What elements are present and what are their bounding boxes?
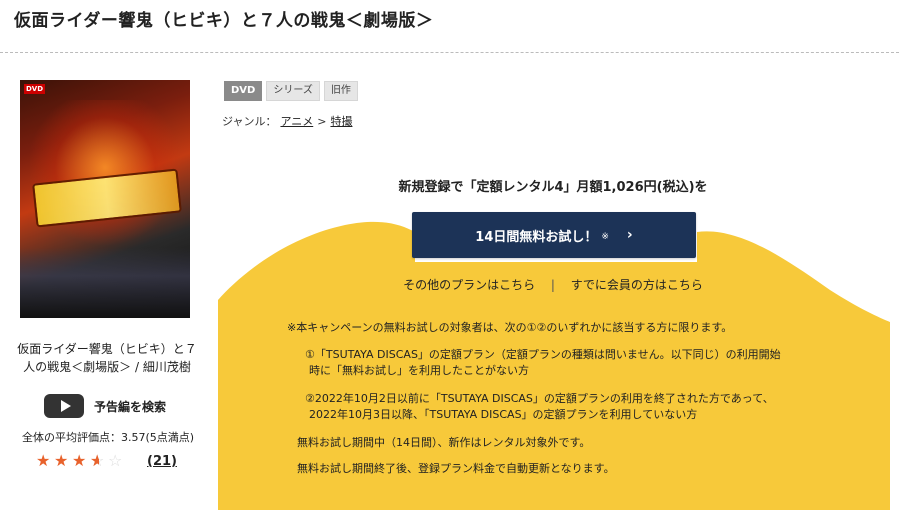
- genre-link-tokusatsu[interactable]: 特撮: [330, 113, 352, 129]
- genre-link-anime[interactable]: アニメ: [280, 113, 313, 129]
- terms-item-1: ①「TSUTAYA DISCAS」の定額プラン（定額プランの種類は問いません。以…: [287, 347, 847, 379]
- trailer-search-label: 予告編を検索: [94, 399, 167, 414]
- star-icon: ★: [54, 451, 69, 470]
- average-rating-text: 全体の平均評価点：3.57(5点満点): [22, 431, 195, 444]
- free-trial-button[interactable]: 14日間無料お試し！ ※ ›: [412, 212, 696, 258]
- terms-note-1: 無料お試し期間中（14日間）、新作はレンタル対象外です。: [297, 436, 591, 449]
- plan-links-separator: |: [550, 278, 555, 292]
- poster-dvd-mark: DVD: [24, 84, 46, 94]
- genre-breadcrumb: ジャンル： アニメ > 特撮: [222, 113, 352, 129]
- star-icon: ☆ ★: [90, 451, 105, 470]
- item-caption-line1: 仮面ライダー響鬼（ヒビキ）と７: [17, 342, 197, 356]
- genre-separator: >: [317, 114, 327, 128]
- item-caption-line2: 人の戦鬼＜劇場版＞ / 細川茂樹: [23, 360, 191, 374]
- terms-item-2-line1: ②2022年10月2日以前に「TSUTAYA DISCAS」の定額プランの利用を…: [305, 392, 774, 405]
- terms-item-1-line2: 時に「無料お試し」を利用したことがない方: [309, 364, 529, 377]
- play-icon: [44, 394, 84, 418]
- terms-item-2: ②2022年10月2日以前に「TSUTAYA DISCAS」の定額プランの利用を…: [287, 391, 847, 423]
- review-count-link[interactable]: (21): [147, 454, 177, 469]
- member-login-link[interactable]: すでに会員の方はこちら: [571, 278, 703, 292]
- chevron-right-icon: ›: [626, 227, 633, 243]
- free-trial-note-mark: ※: [601, 232, 609, 242]
- terms-intro: ※本キャンペーンの無料お試しの対象者は、次の①②のいずれかに該当する方に限ります…: [287, 321, 733, 334]
- rating-row: ★ ★ ★ ☆ ★ ☆ (21): [36, 453, 177, 469]
- star-icon: ★: [72, 451, 87, 470]
- terms-note-2: 無料お試し期間終了後、登録プラン料金で自動更新となります。: [297, 462, 615, 475]
- terms-item-2-line2: 2022年10月3日以降、「TSUTAYA DISCAS」の定額プランを利用して…: [309, 408, 698, 421]
- rating-stars: ★ ★ ★ ☆ ★ ☆: [36, 453, 125, 469]
- page-title: 仮面ライダー響鬼（ヒビキ）と７人の戦鬼＜劇場版＞: [14, 11, 434, 31]
- title-divider: [0, 52, 899, 53]
- poster-image[interactable]: DVD: [20, 80, 190, 318]
- other-plans-link[interactable]: その他のプランはこちら: [403, 278, 535, 292]
- trailer-search-button[interactable]: 予告編を検索: [44, 394, 166, 418]
- free-trial-label: 14日間無料お試し！: [475, 229, 598, 245]
- badge-0: DVD: [224, 81, 263, 101]
- genre-prefix: ジャンル：: [222, 115, 277, 128]
- terms-item-1-line1: ①「TSUTAYA DISCAS」の定額プラン（定額プランの種類は問いません。以…: [305, 348, 781, 361]
- badge-1: シリーズ: [266, 81, 320, 101]
- star-icon: ☆: [108, 451, 123, 470]
- star-icon: ★: [36, 451, 51, 470]
- promo-headline: 新規登録で「定額レンタル4」月額1,026円(税込)を: [398, 180, 708, 195]
- item-caption: 仮面ライダー響鬼（ヒビキ）と７ 人の戦鬼＜劇場版＞ / 細川茂樹: [14, 340, 200, 376]
- format-badges: DVD シリーズ 旧作: [224, 81, 358, 101]
- campaign-terms: ※本キャンペーンの無料お試しの対象者は、次の①②のいずれかに該当する方に限ります…: [287, 320, 847, 487]
- plan-links: その他のプランはこちら | すでに会員の方はこちら: [218, 276, 888, 293]
- badge-2: 旧作: [323, 81, 358, 101]
